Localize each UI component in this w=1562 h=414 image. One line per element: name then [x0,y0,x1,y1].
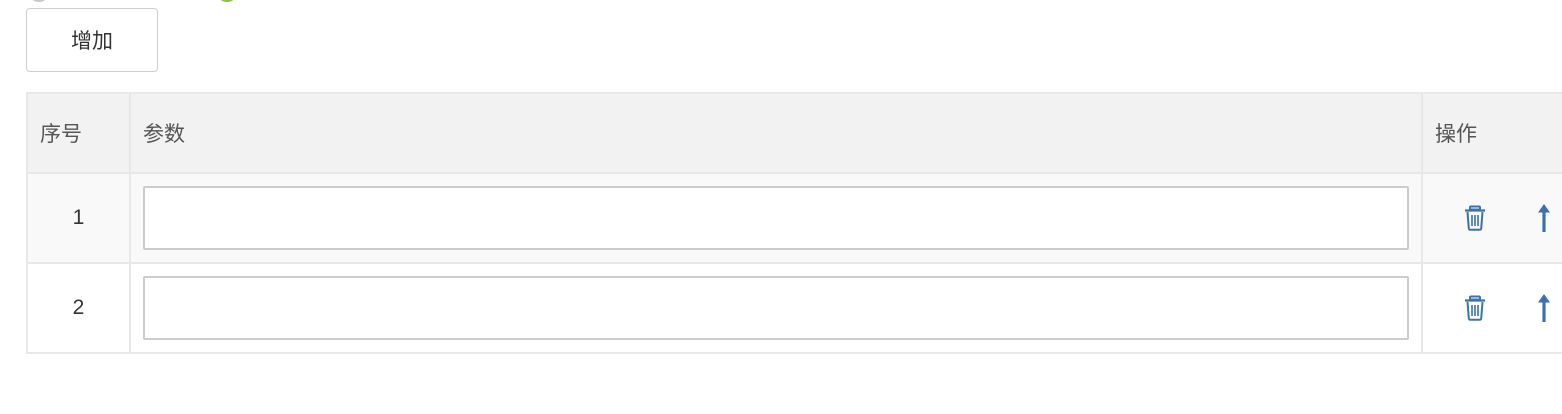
header-index: 序号 [26,92,131,173]
param-input[interactable] [143,276,1409,340]
trash-icon[interactable] [1459,200,1491,236]
radio-option-1[interactable] [28,0,50,2]
param-cell [129,172,1423,264]
actions-cell [1421,172,1562,264]
table-header-row: 序号 参数 操作 [26,92,1562,173]
table-row: 2 [26,262,1562,354]
params-table-container: 序号 参数 操作 1 2 [26,92,1562,354]
row-index: 2 [26,262,131,354]
param-cell [129,262,1423,354]
radio-option-2-selected[interactable] [216,0,238,2]
actions-cell [1421,262,1562,354]
header-param: 参数 [129,92,1423,173]
add-button[interactable]: 增加 [26,8,158,72]
arrow-up-icon[interactable] [1528,200,1560,236]
param-input[interactable] [143,186,1409,250]
header-actions: 操作 [1421,92,1562,173]
arrow-up-icon[interactable] [1528,290,1560,326]
table-row: 1 [26,172,1562,264]
params-table: 序号 参数 操作 1 2 [26,92,1562,354]
trash-icon[interactable] [1459,290,1491,326]
row-index: 1 [26,172,131,264]
